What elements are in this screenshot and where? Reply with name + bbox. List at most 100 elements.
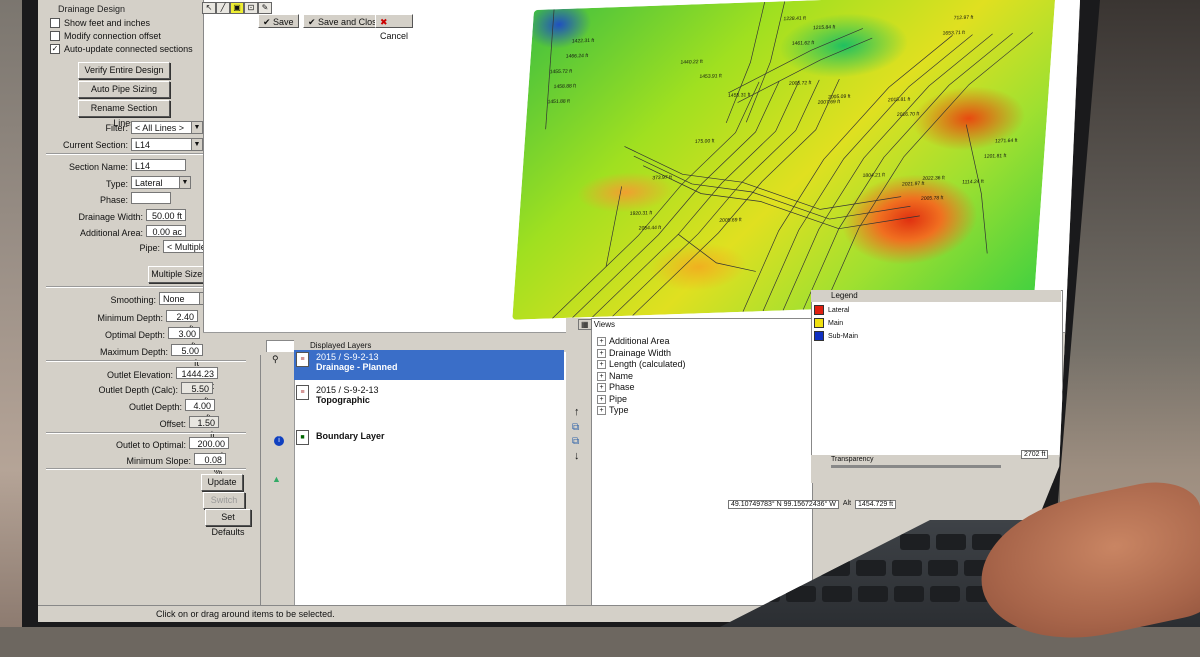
view-item[interactable]: +Pipe — [597, 394, 627, 404]
elevation-label: 1215.84 ft — [813, 24, 836, 31]
layer-item-boundary[interactable]: ■ Boundary Layer — [294, 428, 564, 446]
view-item[interactable]: +Phase — [597, 382, 635, 392]
arrow-up-icon[interactable]: ↑ — [574, 406, 580, 418]
verify-design-button[interactable]: Verify Entire Design — [78, 62, 170, 79]
elevation-label: 2015.81 ft — [888, 97, 911, 104]
elevation-label: 2021.97 ft — [902, 181, 925, 188]
elevation-label: 2016.70 ft — [897, 111, 920, 118]
auto-update-checkbox[interactable]: ✓ Auto-update connected sections — [50, 44, 193, 54]
layer-item-topographic[interactable]: ≡ 2015 / S-9-2-13 Topographic — [294, 383, 564, 413]
document-icon: ≡ — [296, 385, 309, 400]
chevron-down-icon[interactable]: ▼ — [191, 139, 202, 150]
arrow-down-icon[interactable]: ↓ — [574, 450, 580, 462]
expand-icon[interactable]: + — [597, 360, 606, 369]
view-item[interactable]: +Type — [597, 405, 629, 415]
save-button[interactable]: ✔ Save — [258, 14, 299, 28]
expand-icon[interactable]: + — [597, 406, 606, 415]
additional-area-input[interactable]: 0.00 ac — [146, 225, 186, 237]
toolbar: ↖ ╱ ▣ ⊡ ✎ ✔ Save ✔ Save and Close ✖ Canc… — [200, 0, 400, 30]
elevation-heatmap[interactable]: 1422.31 ft1455.72 ft1458.88 ft1451.88 ft… — [512, 0, 1055, 320]
update-button[interactable]: Update — [201, 474, 243, 491]
auto-pipe-sizing-button[interactable]: Auto Pipe Sizing — [78, 81, 170, 98]
divider — [46, 432, 246, 434]
min-depth-label: Minimum Depth: — [73, 313, 163, 323]
current-section-dropdown[interactable]: L14 ▼ — [131, 138, 203, 151]
filter-dropdown[interactable]: < All Lines > ▼ — [131, 121, 203, 134]
link-icon[interactable]: ⚲ — [272, 354, 279, 365]
save-close-label: Save and Close — [318, 17, 382, 27]
legend-item-lateral: Lateral — [814, 305, 849, 315]
view-item[interactable]: +Length (calculated) — [597, 359, 686, 369]
elevation-label: 1228.41 ft — [783, 15, 806, 22]
outlet-elevation-input[interactable]: 1444.23 ft — [176, 367, 218, 379]
boundary-icon: ■ — [296, 430, 309, 445]
section-name-input[interactable]: L14 — [131, 159, 186, 171]
elevation-label: 2005.72 ft — [789, 80, 812, 87]
phase-input[interactable] — [131, 192, 171, 204]
min-depth-input[interactable]: 2.40 ft — [166, 310, 198, 322]
map-view[interactable]: 1422.31 ft1455.72 ft1458.88 ft1451.88 ft… — [203, 0, 1080, 332]
scale-readout: 2702 ft — [1021, 450, 1048, 459]
terrain-icon[interactable]: ▲ — [272, 474, 281, 484]
type-dropdown[interactable]: Lateral ▼ — [131, 176, 191, 189]
view-item-label: Name — [609, 371, 633, 381]
cancel-button[interactable]: ✖ Cancel — [375, 14, 413, 28]
min-slope-input[interactable]: 0.08 % — [194, 453, 226, 465]
layer-name: Boundary Layer — [294, 428, 564, 441]
draw-line-icon[interactable]: ╱ — [216, 2, 230, 14]
view-item[interactable]: +Drainage Width — [597, 348, 671, 358]
checkbox-box[interactable] — [50, 31, 60, 41]
elevation-label: 2005.78 ft — [921, 195, 944, 202]
opt-depth-input[interactable]: 3.00 ft — [168, 327, 200, 339]
elevation-label: 1114.24 ft — [962, 179, 984, 186]
expand-icon[interactable]: + — [597, 349, 606, 358]
info-icon[interactable]: i — [274, 436, 284, 446]
max-depth-input[interactable]: 5.00 ft — [171, 344, 203, 356]
multiple-sizes-button[interactable]: Multiple Sizes — [148, 266, 210, 283]
elevation-label: 1271.64 ft — [995, 138, 1018, 145]
layer-item-drainage[interactable]: ≡ 2015 / S-9-2-13 Drainage - Planned — [294, 350, 564, 380]
checkbox-box[interactable]: ✓ — [50, 44, 60, 54]
show-feet-inches-checkbox[interactable]: Show feet and inches — [50, 18, 150, 28]
transparency-slider[interactable] — [831, 465, 1001, 468]
expand-icon[interactable]: + — [597, 372, 606, 381]
checkbox-label: Auto-update connected sections — [64, 44, 193, 54]
move-layer-icon[interactable]: ⧉ — [572, 436, 579, 447]
set-defaults-button[interactable]: Set Defaults — [205, 509, 251, 526]
highlight-icon[interactable]: ▣ — [230, 2, 244, 14]
layer-name: Topographic — [294, 395, 564, 405]
view-item-label: Length (calculated) — [609, 359, 686, 369]
drainage-width-input[interactable]: 50.00 ft — [146, 209, 186, 221]
outlet-elevation-label: Outlet Elevation: — [83, 370, 173, 380]
coordinate-readout: 49.10749783° N 99.15672436° W Alt 1454.7… — [728, 500, 896, 509]
type-value: Lateral — [135, 178, 163, 188]
move-layer-icon[interactable]: ⧉ — [572, 422, 579, 433]
expand-icon[interactable]: + — [597, 395, 606, 404]
outlet-to-optimal-input[interactable]: 200.00 ft — [189, 437, 229, 449]
rename-section-lines-button[interactable]: Rename Section Lines — [78, 100, 170, 117]
expand-icon[interactable]: + — [597, 383, 606, 392]
elevation-label: 2007.69 ft — [817, 99, 840, 106]
switch-outlet-button[interactable]: Switch Outlet — [203, 492, 245, 509]
elevation-label: 1461.62 ft — [792, 40, 815, 47]
checkbox-box[interactable] — [50, 18, 60, 28]
drainage-lines — [512, 0, 1055, 320]
outlet-depth-input[interactable]: 4.00 ft — [185, 399, 215, 411]
phase-label: Phase: — [38, 195, 128, 205]
expand-icon[interactable]: + — [597, 337, 606, 346]
panel-title: Drainage Design — [58, 4, 125, 14]
pointer-icon[interactable]: ↖ — [202, 2, 216, 14]
edit-icon[interactable]: ✎ — [258, 2, 272, 14]
elevation-label: 1455.72 ft — [549, 68, 572, 75]
chevron-down-icon[interactable]: ▼ — [179, 177, 190, 188]
modify-offset-checkbox[interactable]: Modify connection offset — [50, 31, 161, 41]
elevation-label: 373.97 ft — [652, 175, 672, 182]
chevron-down-icon[interactable]: ▼ — [191, 122, 202, 133]
filter-label: Filter: — [38, 123, 128, 133]
elevation-label: 2054.44 ft — [639, 225, 662, 232]
view-item[interactable]: +Name — [597, 371, 633, 381]
view-item[interactable]: +Additional Area — [597, 336, 670, 346]
node-icon[interactable]: ⊡ — [244, 2, 258, 14]
elevation-label: 1440.22 ft — [680, 59, 703, 66]
legend-label: Lateral — [828, 307, 849, 314]
